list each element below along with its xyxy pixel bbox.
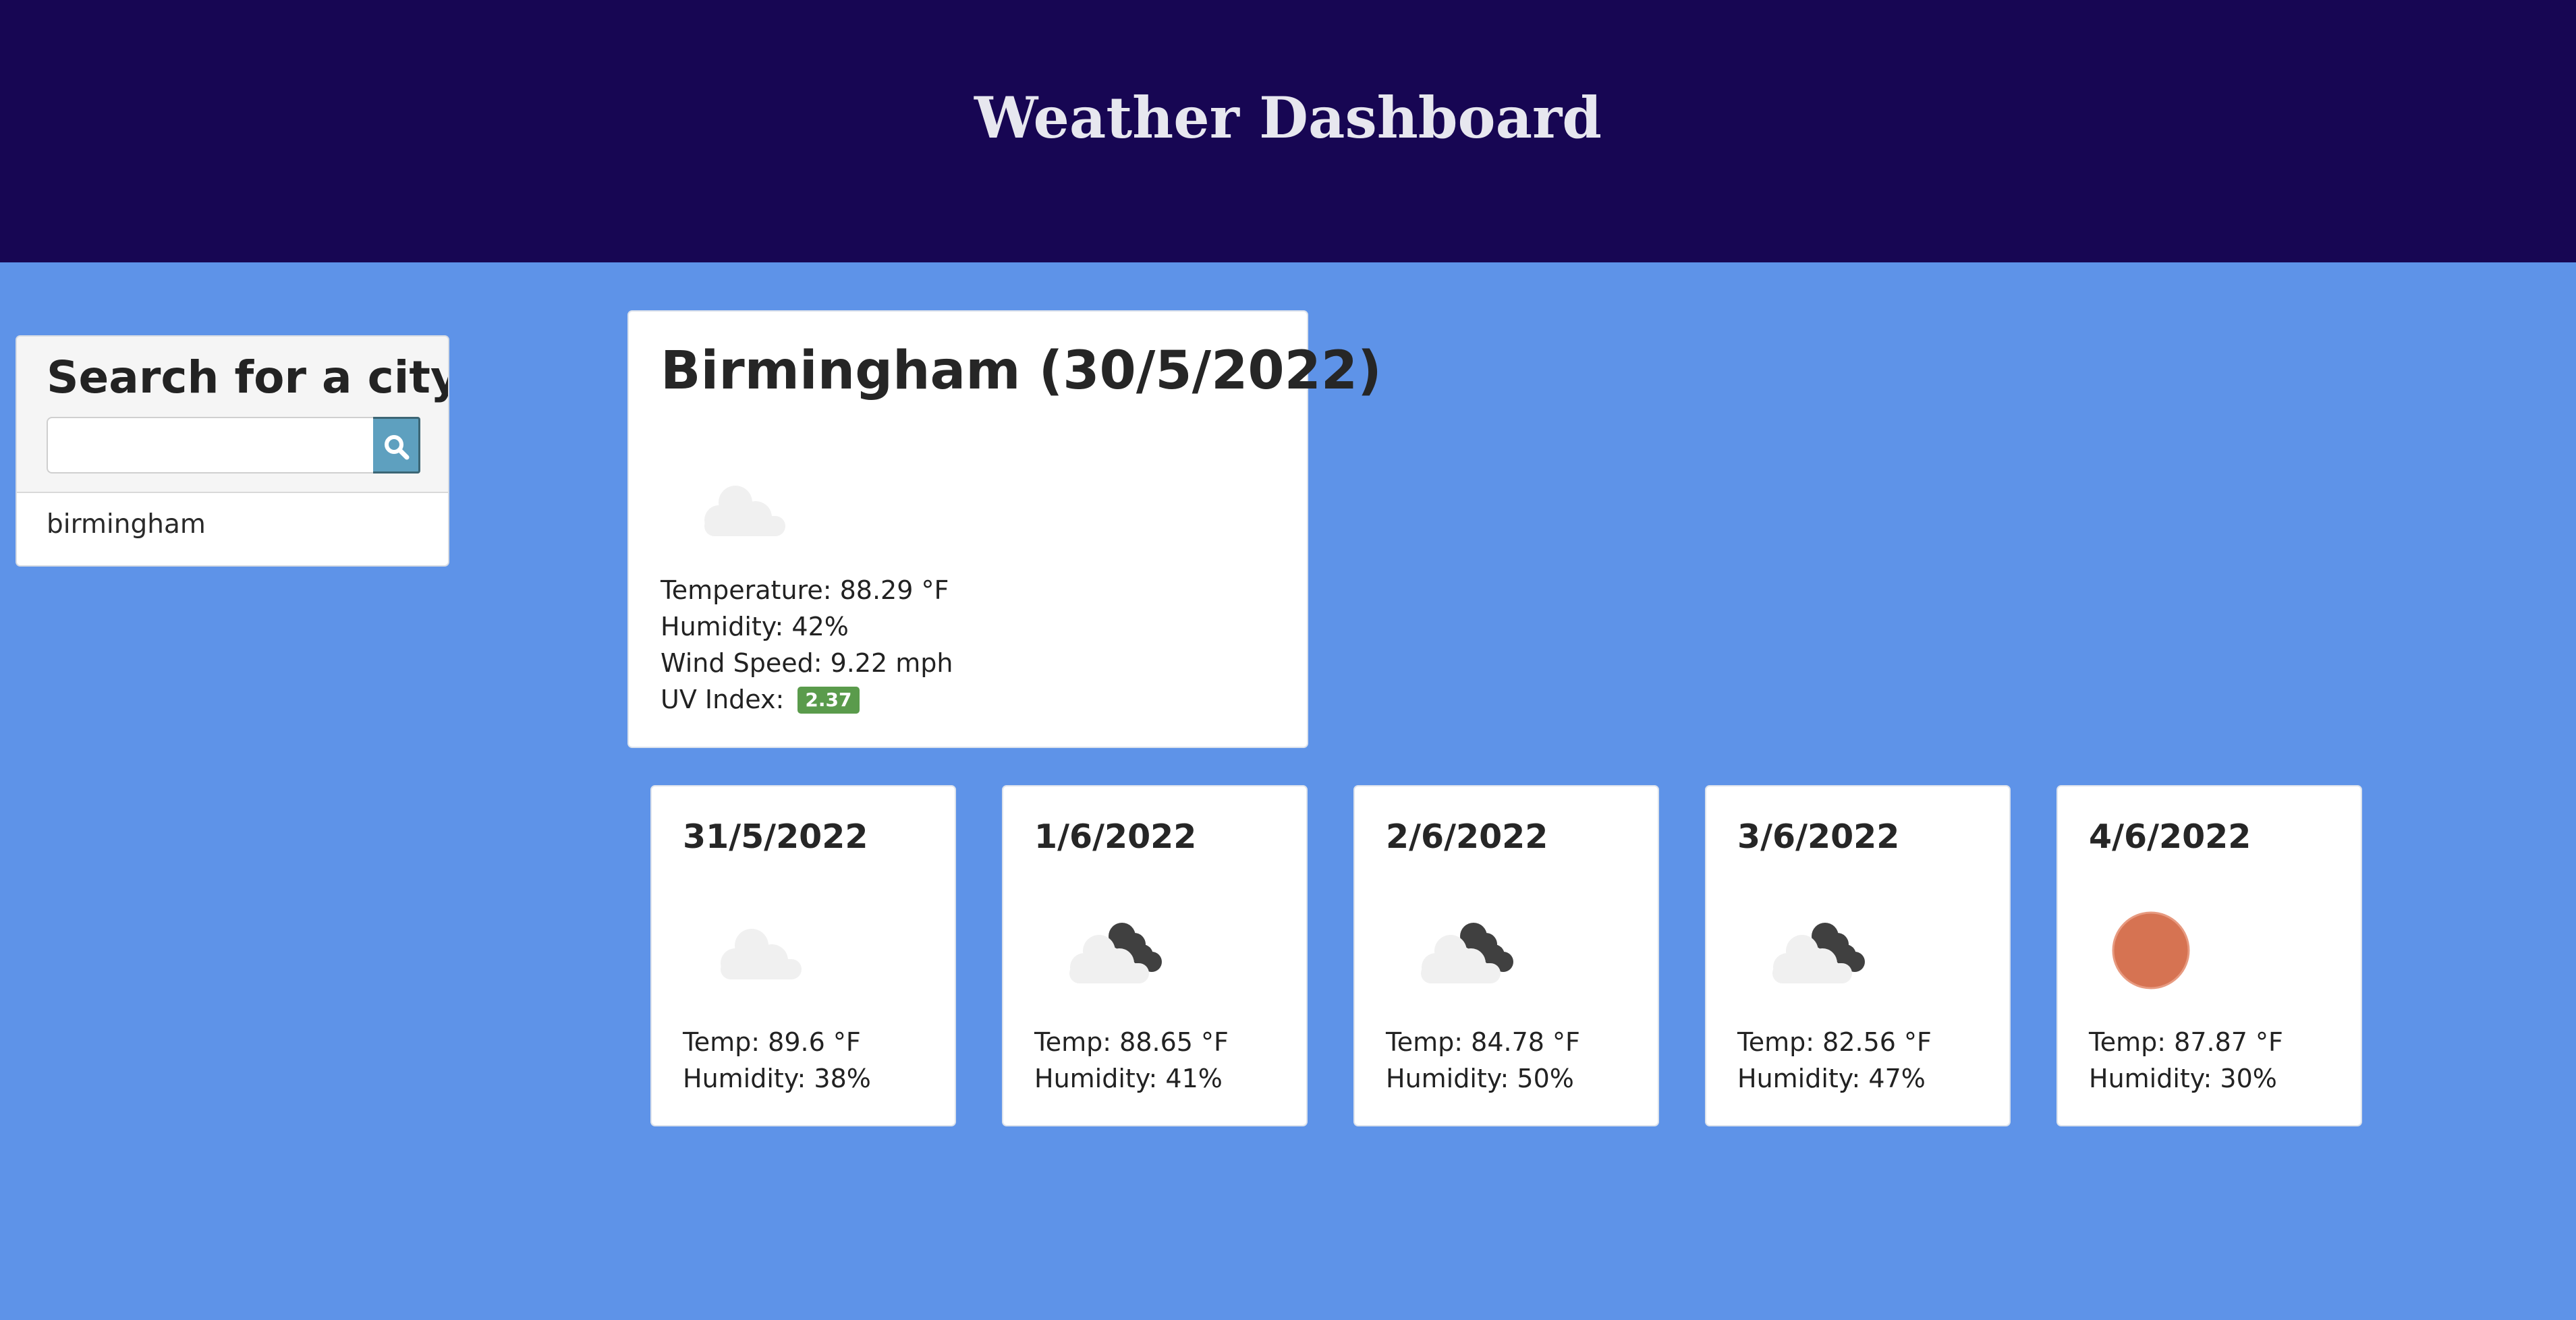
forecast-temp: Temp: 87.87 °F <box>2089 1027 2283 1057</box>
forecast-date: 4/6/2022 <box>2089 817 2251 856</box>
city-search-input[interactable] <box>47 417 373 474</box>
forecast-humidity: Humidity: 30% <box>2089 1064 2277 1093</box>
forecast-date: 31/5/2022 <box>683 817 868 856</box>
forecast-card: 31/5/2022 Temp: 89.6 °F Humidity: 38% <box>650 785 956 1126</box>
forecast-temp: Temp: 82.56 °F <box>1737 1027 1932 1057</box>
uv-index-label: UV Index: <box>661 685 785 714</box>
forecast-humidity: Humidity: 41% <box>1034 1064 1223 1093</box>
forecast-card: 4/6/2022 Temp: 87.87 °F Humidity: 30% <box>2056 785 2362 1126</box>
search-panel: Search for a city: birmingham <box>16 335 449 567</box>
current-temperature: Temperature: 88.29 °F <box>661 575 949 605</box>
forecast-card: 3/6/2022 Temp: 82.56 °F Humidity: 47% <box>1705 785 2011 1126</box>
current-uv-index: UV Index: 2.37 <box>661 683 860 716</box>
current-wind-speed: Wind Speed: 9.22 mph <box>661 648 953 678</box>
forecast-temp: Temp: 88.65 °F <box>1034 1027 1229 1057</box>
current-humidity: Humidity: 42% <box>661 612 849 641</box>
current-weather-card: Birmingham (30/5/2022) Temperature: 88.2… <box>627 310 1382 748</box>
forecast-date: 2/6/2022 <box>1386 817 1548 856</box>
current-city-title: Birmingham (30/5/2022) <box>661 341 1382 401</box>
forecast-humidity: Humidity: 47% <box>1737 1064 1926 1093</box>
forecast-card: 2/6/2022 Temp: 84.78 °F Humidity: 50% <box>1353 785 1659 1126</box>
page-title: Weather Dashboard <box>974 84 1602 151</box>
uv-index-badge: 2.37 <box>797 687 860 714</box>
forecast-card: 1/6/2022 Temp: 88.65 °F Humidity: 41% <box>1002 785 1308 1126</box>
forecast-date: 1/6/2022 <box>1034 817 1197 856</box>
broken-clouds-icon <box>1772 923 1865 983</box>
broken-clouds-icon <box>1069 923 1162 983</box>
search-icon <box>385 435 410 460</box>
cloud-icon <box>721 929 802 979</box>
search-button[interactable] <box>373 417 420 474</box>
forecast-temp: Temp: 84.78 °F <box>1386 1027 1580 1057</box>
sun-icon <box>2112 911 2190 989</box>
forecast-humidity: Humidity: 38% <box>683 1064 871 1093</box>
search-label: Search for a city: <box>47 351 449 403</box>
cloud-icon <box>704 486 785 536</box>
forecast-temp: Temp: 89.6 °F <box>683 1027 861 1057</box>
search-history-item[interactable]: birmingham <box>47 508 206 542</box>
forecast-date: 3/6/2022 <box>1737 817 1900 856</box>
forecast-humidity: Humidity: 50% <box>1386 1064 1574 1093</box>
search-panel-header: Search for a city: <box>17 337 448 493</box>
page-header: Weather Dashboard <box>0 0 2576 262</box>
broken-clouds-icon <box>1421 923 1513 983</box>
